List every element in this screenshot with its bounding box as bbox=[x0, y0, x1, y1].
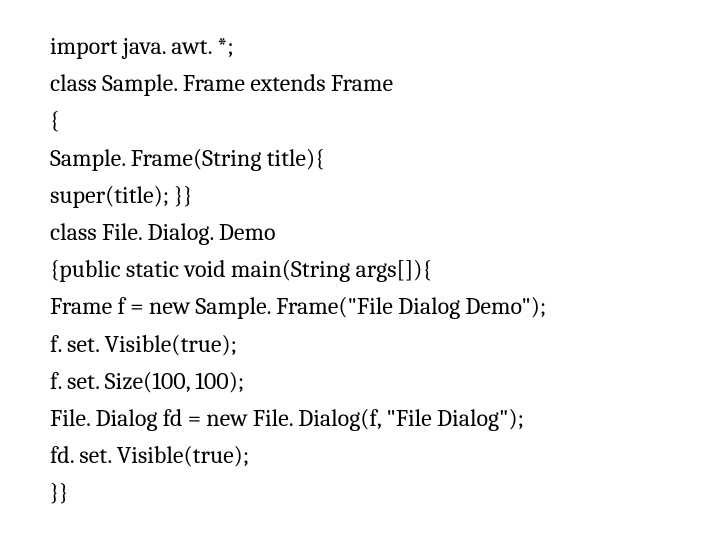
code-line: Sample. Frame(String title){ bbox=[50, 140, 720, 177]
code-line: class Sample. Frame extends Frame bbox=[50, 65, 720, 102]
code-line: { bbox=[50, 102, 720, 139]
code-line: {public static void main(String args[]){ bbox=[50, 251, 720, 288]
code-line: fd. set. Visible(true); bbox=[50, 437, 720, 474]
code-line: f. set. Visible(true); bbox=[50, 326, 720, 363]
code-line: Frame f = new Sample. Frame("File Dialog… bbox=[50, 288, 720, 325]
code-line: class File. Dialog. Demo bbox=[50, 214, 720, 251]
code-line: import java. awt. *; bbox=[50, 28, 720, 65]
code-line: f. set. Size(100, 100); bbox=[50, 363, 720, 400]
code-line: }} bbox=[50, 474, 720, 511]
code-line: File. Dialog fd = new File. Dialog(f, "F… bbox=[50, 400, 720, 437]
code-line: super(title); }} bbox=[50, 177, 720, 214]
code-block: import java. awt. *; class Sample. Frame… bbox=[0, 0, 720, 511]
